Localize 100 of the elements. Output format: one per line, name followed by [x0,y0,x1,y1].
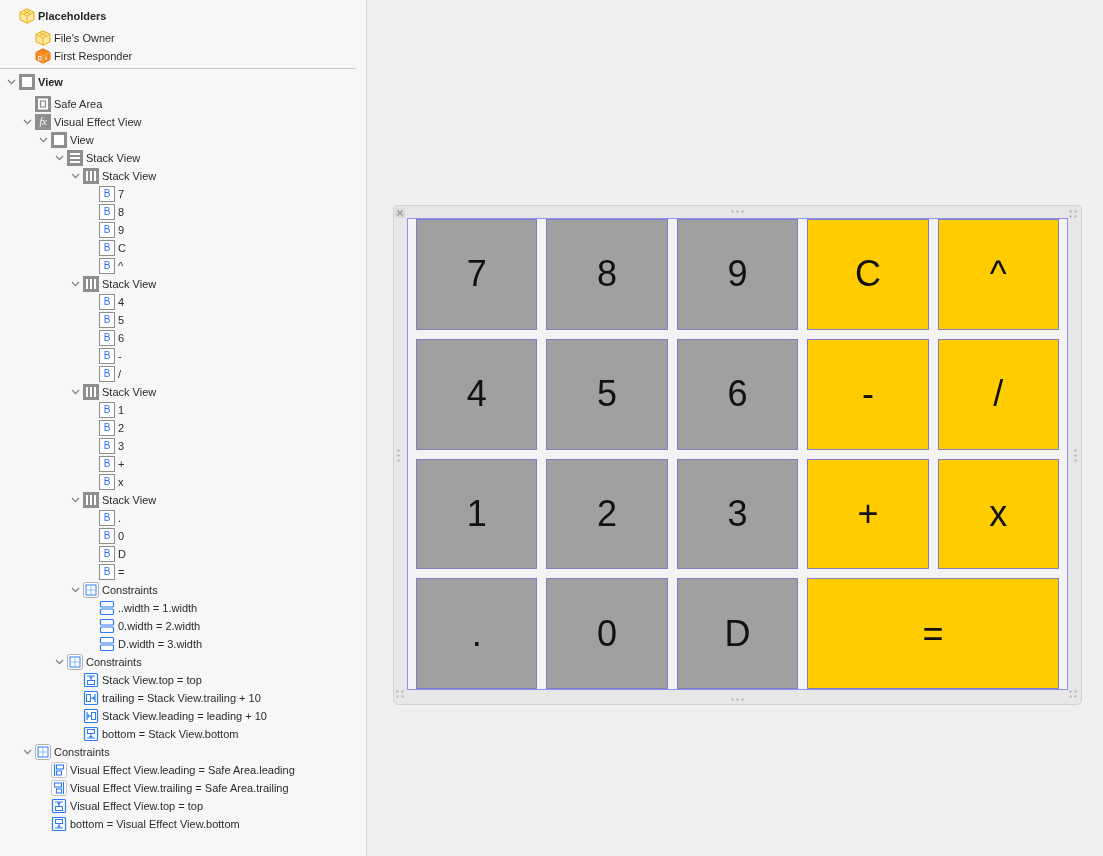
outline-item[interactable]: Constraints [102,581,158,599]
equal-width-icon [99,600,115,616]
outline-item[interactable]: 1 [118,401,125,419]
button-type-icon: B [99,510,115,526]
calculator-key[interactable]: - [807,338,929,450]
resize-handle-icon[interactable] [731,210,744,213]
outline-item[interactable]: Stack View [102,383,157,401]
resize-handle-icon[interactable] [1069,210,1077,218]
outline-item[interactable]: 9 [118,221,125,239]
outline-item[interactable]: 0.width = 2.width [118,617,201,635]
chevron-down-icon[interactable] [38,137,48,143]
outline-item[interactable]: Safe Area [54,95,103,113]
outline-item[interactable]: 2 [118,419,125,437]
calculator-key[interactable]: 1 [416,458,538,570]
chevron-down-icon[interactable] [6,79,16,85]
calculator-key[interactable]: x [937,458,1059,570]
chevron-down-icon[interactable] [70,587,80,593]
chevron-down-icon[interactable] [54,155,64,161]
button-type-icon: B [99,366,115,382]
calculator-key[interactable]: 3 [676,458,799,570]
outline-item[interactable]: C [118,239,126,257]
calculator-key[interactable]: 0 [546,578,668,689]
calculator-key[interactable]: = [807,578,1059,689]
chevron-down-icon[interactable] [54,659,64,665]
cube-icon [19,8,35,24]
button-type-icon: B [99,456,115,472]
outline-item[interactable]: First Responder [54,47,133,65]
button-type-icon: B [99,186,115,202]
resize-handle-icon[interactable] [396,690,404,698]
cube-icon [35,48,51,64]
outline-item[interactable]: Visual Effect View.trailing = Safe Area.trailing [70,779,289,797]
outline-item[interactable]: x [118,473,124,491]
chevron-down-icon[interactable] [22,749,32,755]
outline-item[interactable]: Stack View [102,275,157,293]
calculator-key[interactable]: D [676,578,799,689]
outline-item[interactable]: Stack View.top = top [102,671,202,689]
outline-item[interactable]: Stack View [102,167,157,185]
chevron-down-icon[interactable] [70,389,80,395]
outline-item[interactable]: View [38,73,63,91]
outline-item[interactable]: 4 [118,293,125,311]
close-button[interactable] [395,208,405,218]
top-constraint-icon [51,798,67,814]
outline-item[interactable]: 5 [118,311,125,329]
equal-width-icon [99,618,115,634]
button-type-icon: B [99,294,115,310]
calculator-key[interactable]: C [807,219,929,330]
outline-item[interactable]: trailing = Stack View.trailing + 10 [102,689,261,707]
outline-item[interactable]: bottom = Visual Effect View.bottom [70,815,240,833]
calculator-key[interactable]: 8 [546,219,668,330]
outline-item[interactable]: bottom = Stack View.bottom [102,725,239,743]
outline-item[interactable]: 0 [118,527,125,545]
chevron-down-icon[interactable] [70,281,80,287]
calculator-key[interactable]: . [416,578,538,689]
calculator-key[interactable]: 6 [676,338,799,450]
outline-item[interactable]: Constraints [86,653,142,671]
chevron-down-icon[interactable] [70,173,80,179]
chevron-down-icon[interactable] [22,119,32,125]
outline-item[interactable]: Stack View [86,149,141,167]
outline-item[interactable]: 6 [118,329,125,347]
outline-item[interactable]: Stack View.leading = leading + 10 [102,707,267,725]
button-type-icon: B [99,204,115,220]
close-icon [397,210,403,216]
cube-icon [35,30,51,46]
outline-item[interactable]: = [118,563,125,581]
button-type-icon: B [99,528,115,544]
calculator-key[interactable]: 4 [416,338,538,450]
calculator-key[interactable]: 7 [416,219,538,330]
outline-item[interactable]: 8 [118,203,125,221]
outline-item[interactable]: 7 [118,185,125,203]
outline-item[interactable]: ..width = 1.width [118,599,198,617]
calculator-key[interactable]: ^ [937,219,1059,330]
outline-item[interactable]: Visual Effect View [54,113,142,131]
calculator-key[interactable]: 9 [676,219,799,330]
outline-item[interactable]: ^ [118,257,124,275]
calculator-key[interactable]: 2 [546,458,668,570]
outline-item[interactable]: Stack View [102,491,157,509]
outline-item[interactable]: + [118,455,125,473]
align-trailing-icon [51,780,67,796]
trailing-constraint-icon [83,690,99,706]
outline-item[interactable]: 3 [118,437,125,455]
calculator-key[interactable]: 5 [546,338,668,450]
outline-item[interactable]: - [118,347,122,365]
chevron-down-icon[interactable] [70,497,80,503]
button-type-icon: B [99,312,115,328]
outline-item[interactable]: D [118,545,126,563]
outline-item[interactable]: Visual Effect View.top = top [70,797,203,815]
outline-item[interactable]: . [118,509,122,527]
outline-item[interactable]: Constraints [54,743,110,761]
calculator-key[interactable]: + [807,458,929,570]
resize-handle-icon[interactable] [731,698,744,701]
resize-handle-icon[interactable] [1069,690,1077,698]
calculator-key[interactable]: / [937,338,1059,450]
outline-item[interactable]: D.width = 3.width [118,635,203,653]
button-type-icon: B [99,564,115,580]
constraints-icon [83,582,99,598]
outline-item[interactable]: / [118,365,122,383]
outline-item[interactable]: View [70,131,94,149]
outline-item[interactable]: File's Owner [54,29,115,47]
outline-item[interactable]: Visual Effect View.leading = Safe Area.leading [70,761,295,779]
columns-icon [83,384,99,400]
